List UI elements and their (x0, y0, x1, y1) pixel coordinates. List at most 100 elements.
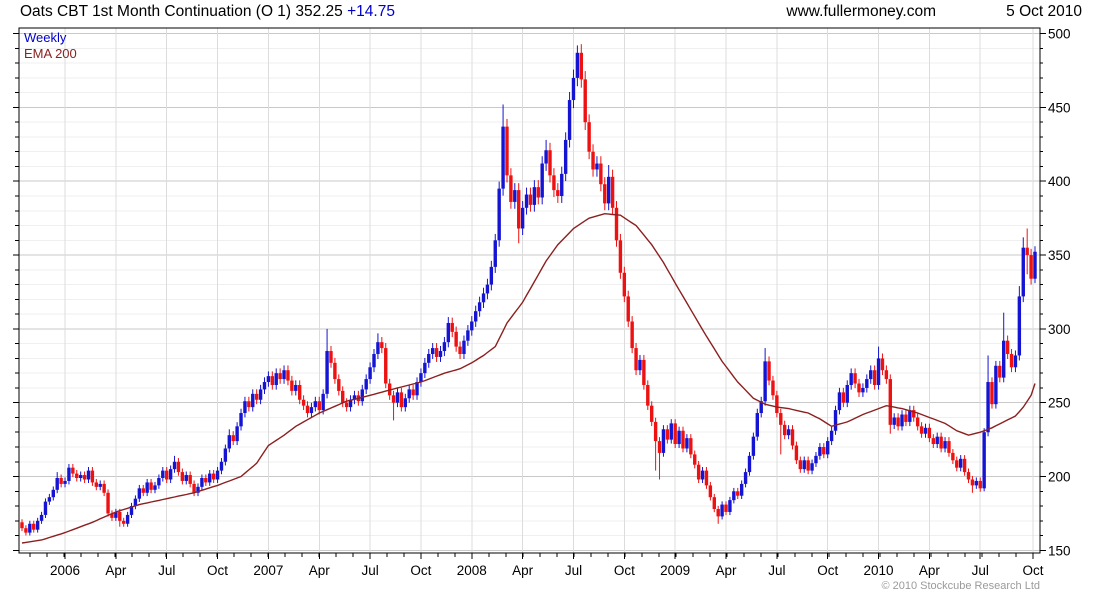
candle (489, 260, 494, 291)
candle (974, 477, 979, 489)
candle (1002, 312, 1006, 383)
candle (39, 511, 44, 524)
candle (485, 278, 490, 300)
candle (865, 374, 869, 393)
candle (114, 508, 118, 521)
candle (411, 384, 415, 400)
candle (442, 337, 447, 357)
candle (618, 233, 623, 279)
candle (176, 458, 181, 476)
axis-ticks (13, 33, 1046, 559)
candle (736, 487, 740, 500)
candle (955, 456, 959, 472)
candle (794, 441, 799, 465)
candle (82, 471, 87, 483)
svg-text:2008: 2008 (457, 563, 487, 578)
candle (947, 437, 951, 457)
candle (446, 317, 451, 348)
candle (747, 452, 752, 476)
candle (872, 365, 877, 390)
candle (262, 377, 267, 395)
candle (133, 495, 138, 510)
svg-text:Oct: Oct (817, 563, 838, 578)
x-axis-labels: 2006 Apr Jul Oct 2007 Apr Jul Oct 2008 Apr Jul Oct 2… (50, 563, 1044, 578)
svg-text:Apr: Apr (309, 563, 331, 578)
chart-title: Oats CBT 1st Month Continuation (O 1) 35… (20, 3, 395, 21)
svg-text:Oct: Oct (207, 563, 228, 578)
candle (247, 396, 251, 412)
svg-text:200: 200 (1048, 470, 1071, 485)
candle (826, 437, 830, 459)
candle (313, 396, 318, 412)
candle (333, 357, 337, 384)
candle (434, 342, 439, 362)
candle (438, 345, 443, 362)
chart-title-main: Oats CBT 1st Month Continuation (O 1) 35… (20, 3, 343, 20)
candle (673, 419, 677, 448)
candle (98, 480, 102, 491)
candle (622, 266, 627, 303)
candle (919, 422, 924, 438)
candle (681, 426, 685, 453)
candle (520, 201, 525, 236)
candle (583, 71, 587, 130)
site-label: www.fullermoney.com (786, 3, 936, 20)
candle (696, 461, 701, 483)
candle (286, 365, 290, 386)
candle (904, 410, 908, 427)
candle (700, 467, 705, 483)
candle (509, 168, 513, 209)
candle (837, 387, 842, 415)
candle (419, 368, 423, 387)
candle (305, 401, 310, 418)
candle (528, 187, 533, 212)
candle (708, 481, 713, 501)
candle (822, 443, 826, 459)
candle (853, 368, 857, 389)
candle (579, 44, 584, 88)
candle (630, 316, 634, 354)
candle (380, 337, 384, 354)
candle (998, 360, 1002, 383)
candle (759, 396, 763, 418)
candle (235, 422, 239, 446)
candle (650, 401, 654, 427)
candle (982, 428, 986, 492)
candle (685, 434, 689, 453)
candle (145, 478, 149, 497)
candle (661, 425, 666, 457)
candle (751, 432, 756, 460)
candle (606, 165, 611, 211)
svg-text:Oct: Oct (1023, 563, 1044, 578)
candle (227, 429, 231, 453)
candle (368, 362, 372, 384)
candle (188, 471, 192, 488)
candle (763, 348, 767, 406)
candle (728, 496, 732, 516)
candle (32, 520, 36, 533)
candle (172, 455, 177, 473)
candle (106, 489, 110, 517)
candle (1025, 228, 1029, 275)
candle (329, 345, 333, 368)
svg-text:Jul: Jul (565, 563, 582, 578)
candle (137, 484, 142, 502)
y-axis-labels: 150 200 250 300 350 400 450 500 (1048, 27, 1071, 559)
candle (301, 395, 306, 411)
candle (35, 517, 40, 533)
candle (962, 455, 967, 476)
candle (689, 434, 693, 459)
candle (720, 501, 724, 520)
candle (892, 413, 896, 430)
candle (790, 425, 795, 450)
candle (775, 390, 779, 418)
candle (180, 468, 185, 485)
candle (243, 396, 247, 418)
svg-text:Oct: Oct (614, 563, 635, 578)
candle (884, 365, 889, 384)
candle (219, 458, 224, 475)
svg-text:2007: 2007 (253, 563, 283, 578)
candle (923, 423, 928, 438)
chart-title-change: +14.75 (347, 3, 395, 20)
svg-text:300: 300 (1048, 322, 1071, 337)
